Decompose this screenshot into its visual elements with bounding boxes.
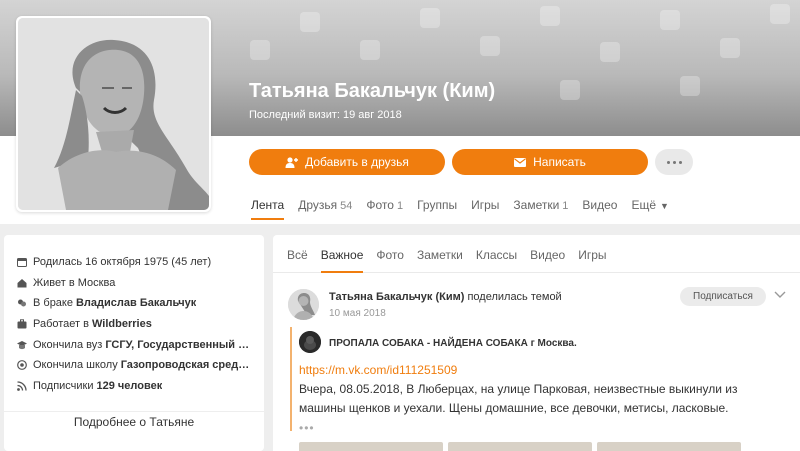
school-link[interactable]: Газопроводская средняя ...: [121, 359, 255, 371]
subscribers-link[interactable]: 129 человек: [97, 380, 163, 392]
feed-tab-photo[interactable]: Фото: [376, 248, 404, 272]
feed-tab-important[interactable]: Важное: [320, 248, 363, 273]
post-author-avatar[interactable]: [288, 289, 319, 320]
group-title[interactable]: ПРОПАЛА СОБАКА - НАЙДЕНА СОБАКА г Москва…: [329, 338, 577, 349]
notes-count: 1: [562, 200, 569, 212]
post-text: Вчера, 08.05.2018, В Люберцах, на улице …: [299, 382, 738, 415]
chevron-down-icon[interactable]: [773, 287, 787, 301]
add-user-icon: [285, 156, 299, 168]
tab-video[interactable]: Видео: [582, 198, 617, 212]
dog-icon: [299, 331, 321, 353]
tab-photos[interactable]: Фото 1: [366, 198, 403, 212]
female-silhouette-icon: [18, 18, 209, 210]
university-link[interactable]: ГСГУ, Государственный соци...: [105, 339, 255, 351]
post-photo[interactable]: [448, 442, 592, 451]
feed-tab-classes[interactable]: Классы: [476, 248, 517, 272]
cover-pattern-icon: [480, 36, 500, 56]
post-action: поделилась темой: [467, 291, 562, 303]
feed-card: Всё Важное Фото Заметки Классы Видео Игр…: [273, 235, 800, 451]
friends-count: 54: [340, 200, 353, 212]
post-header: Татьяна Бакальчук (Ким) поделилась темой: [329, 291, 562, 303]
feed-tab-all[interactable]: Всё: [287, 248, 308, 272]
more-dots-icon: [666, 160, 670, 164]
about-card: Родилась 16 октября 1975 (45 лет) Живет …: [4, 235, 264, 451]
cover-pattern-icon: [560, 80, 580, 100]
last-visit: Последний визит: 19 авг 2018: [249, 109, 402, 121]
graduation-cap-icon: [17, 340, 27, 349]
cover-pattern-icon: [250, 40, 270, 60]
post-author-name[interactable]: Татьяна Бакальчук (Ким): [329, 291, 464, 303]
calendar-icon: [17, 258, 27, 268]
post-photo[interactable]: [597, 442, 741, 451]
info-school[interactable]: Окончила школуГазопроводская средняя ...: [17, 355, 255, 376]
group-avatar[interactable]: [299, 331, 321, 353]
about-list: Родилась 16 октября 1975 (45 лет) Живет …: [4, 235, 264, 396]
cover-pattern-icon: [360, 40, 380, 60]
cover-pattern-icon: [680, 76, 700, 96]
photos-count: 1: [396, 200, 404, 212]
write-message-button[interactable]: Написать: [452, 149, 648, 175]
subscribe-button[interactable]: Подписаться: [680, 287, 766, 306]
cover-pattern-icon: [770, 4, 790, 24]
write-message-label: Написать: [533, 155, 586, 169]
tab-games[interactable]: Игры: [471, 198, 499, 212]
spouse-link[interactable]: Владислав Бакальчук: [76, 297, 196, 309]
feed-tab-games[interactable]: Игры: [578, 248, 606, 272]
tab-notes[interactable]: Заметки 1: [513, 198, 568, 212]
add-friend-button[interactable]: Добавить в друзья: [249, 149, 445, 175]
cover-pattern-icon: [540, 6, 560, 26]
tab-groups[interactable]: Группы: [417, 198, 457, 212]
chevron-down-icon: ▼: [660, 201, 669, 211]
cover-pattern-icon: [600, 42, 620, 62]
home-icon: [17, 278, 27, 288]
post-expand-icon[interactable]: •••: [299, 421, 315, 435]
school-icon: [17, 360, 27, 371]
cover-pattern-icon: [420, 8, 440, 28]
cover-pattern-icon: [660, 10, 680, 30]
post-photo[interactable]: [299, 442, 443, 451]
feed-tab-notes[interactable]: Заметки: [417, 248, 463, 272]
info-subscribers[interactable]: Подписчики 129 человек: [17, 376, 255, 397]
cover-pattern-icon: [720, 38, 740, 58]
briefcase-icon: [17, 319, 27, 329]
profile-tabs: Лента Друзья 54 Фото 1 Группы Игры Заметки…: [251, 198, 683, 220]
more-actions-button[interactable]: [655, 149, 693, 175]
work-link[interactable]: Wildberries: [92, 318, 152, 330]
tab-friends[interactable]: Друзья 54: [298, 198, 352, 212]
info-university[interactable]: Окончила вузГСГУ, Государственный соци..…: [17, 334, 255, 355]
info-work[interactable]: Работает в Wildberries: [17, 314, 255, 335]
feed-icon: [17, 381, 27, 391]
tab-feed[interactable]: Лента: [251, 198, 285, 220]
female-silhouette-icon: [288, 289, 319, 320]
repost-quote-bar: [290, 327, 292, 431]
post-photos: [299, 442, 741, 451]
post-link[interactable]: https://m.vk.com/id111251509: [299, 363, 457, 377]
hearts-icon: [18, 299, 26, 307]
feed-tabs: Всё Важное Фото Заметки Классы Видео Игр…: [273, 235, 800, 273]
feed-tab-video[interactable]: Видео: [530, 248, 565, 272]
profile-name: Татьяна Бакальчук (Ким): [249, 80, 496, 102]
tab-more[interactable]: Ещё ▼: [631, 198, 668, 212]
info-city: Живет в Москва: [17, 273, 255, 294]
cover-pattern-icon: [300, 12, 320, 32]
more-about-link[interactable]: Подробнее о Татьяне: [4, 411, 264, 429]
info-birthday: Родилась 16 октября 1975 (45 лет): [17, 252, 255, 273]
post-date: 10 мая 2018: [329, 308, 386, 319]
envelope-icon: [514, 157, 527, 167]
add-friend-label: Добавить в друзья: [305, 155, 409, 169]
profile-avatar[interactable]: [16, 16, 211, 212]
info-marriage[interactable]: В браке Владислав Бакальчук: [17, 293, 255, 314]
